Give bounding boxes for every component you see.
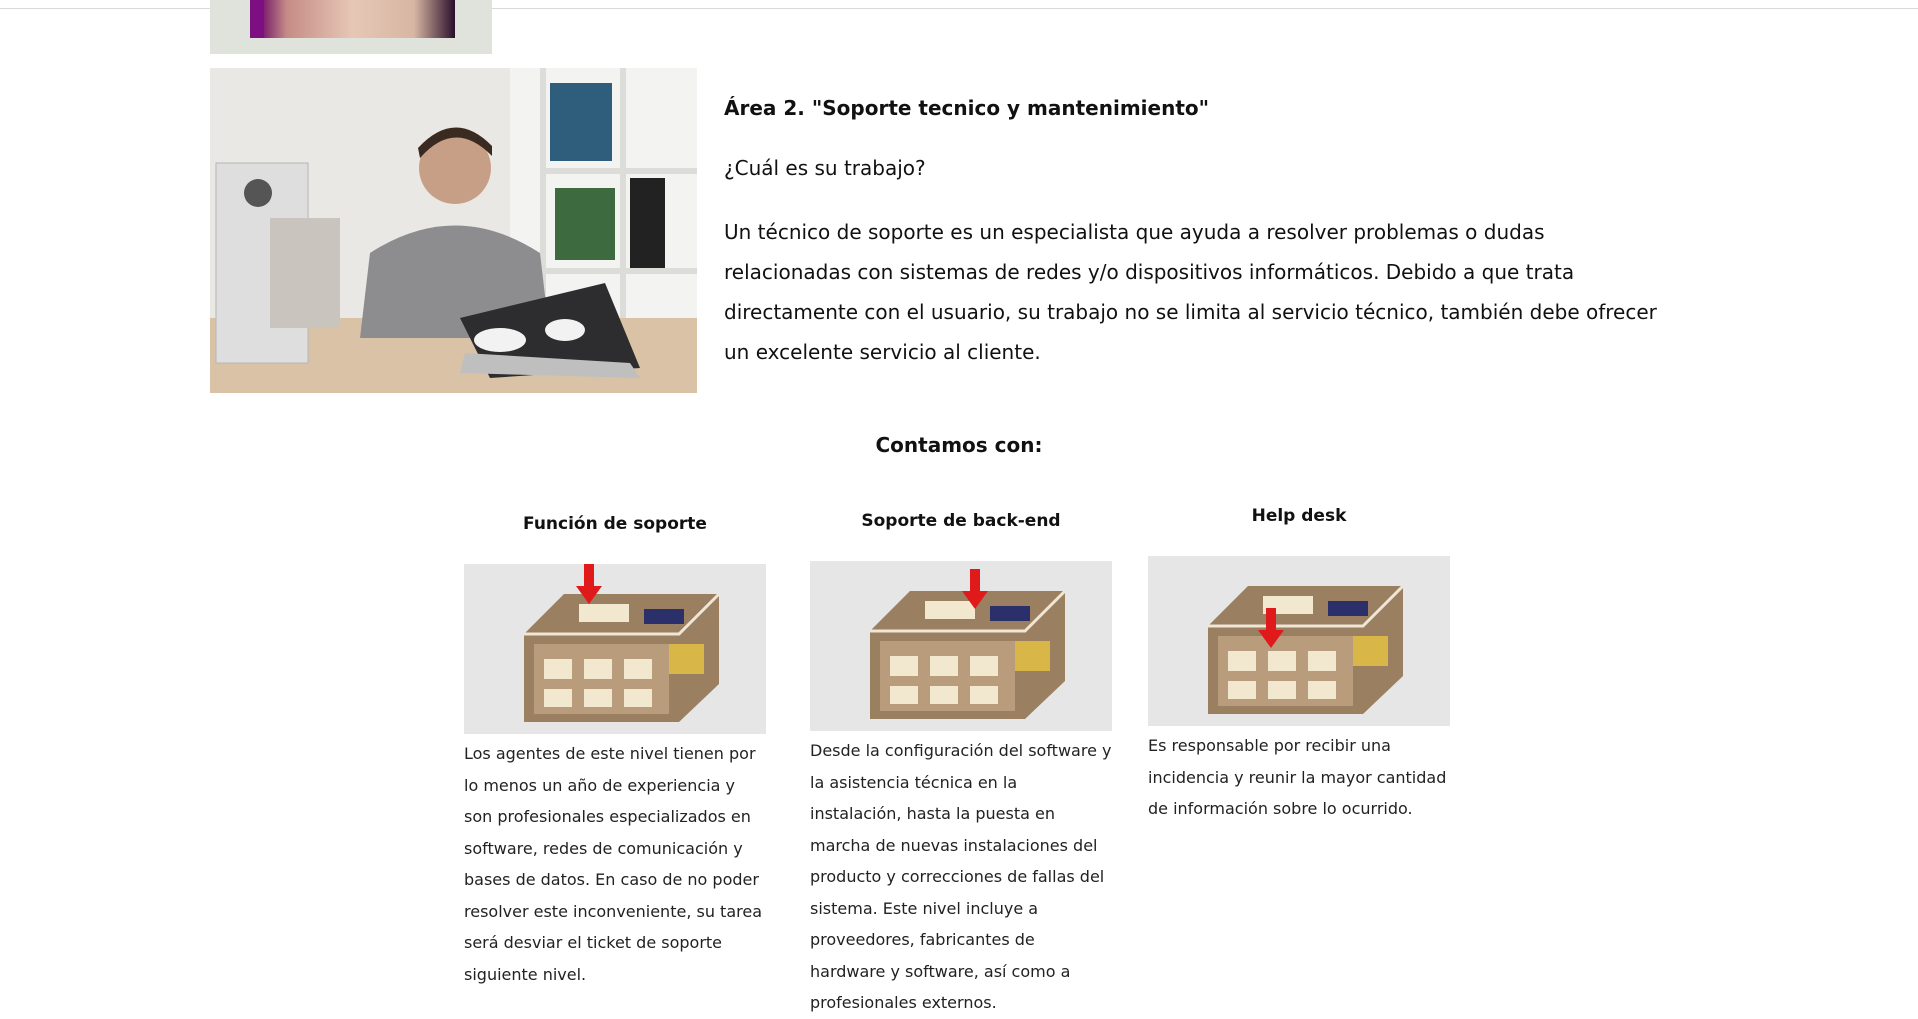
area-title: Área 2. "Soporte tecnico y mantenimiento…: [724, 96, 1210, 120]
job-question: ¿Cuál es su trabajo?: [724, 156, 926, 180]
previous-section-image: [210, 0, 492, 54]
building-diagram-image: [810, 561, 1112, 731]
card-title: Función de soporte: [523, 514, 707, 534]
support-card-helpdesk: Help desk Es responsable por recibir una…: [1148, 504, 1450, 825]
job-description: Un técnico de soporte es un especialista…: [724, 220, 1657, 364]
card-title: Soporte de back-end: [861, 511, 1061, 531]
previous-image-accent: [250, 0, 264, 38]
card-description: Desde la configuración del software y la…: [810, 741, 1112, 1012]
card-description: Los agentes de este nivel tienen por lo …: [464, 744, 762, 984]
support-card-function: Función de soporte Los agentes de este n…: [464, 512, 766, 990]
building-diagram-image: [464, 564, 766, 734]
card-title: Help desk: [1251, 506, 1347, 526]
support-card-backend: Soporte de back-end Desde la configuraci…: [810, 509, 1112, 1019]
building-diagram-image: [1148, 556, 1450, 726]
previous-image-photo: [250, 0, 455, 38]
card-description: Es responsable por recibir una incidenci…: [1148, 736, 1447, 818]
technician-photo: [210, 68, 697, 393]
area-article: Área 2. "Soporte tecnico y mantenimiento…: [724, 92, 1664, 372]
section-heading: Contamos con:: [875, 433, 1043, 457]
